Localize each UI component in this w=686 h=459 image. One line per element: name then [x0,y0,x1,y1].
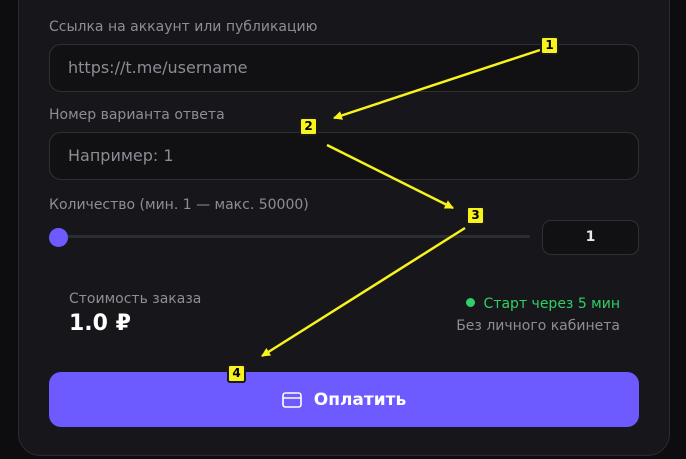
annotation-badge-3: 3 [466,206,485,225]
annotation-arrow-3 [261,226,466,358]
annotation-badge-1: 1 [540,36,559,55]
annotation-arrows [261,48,541,358]
annotation-arrow-1 [333,48,541,120]
annotation-arrow-2 [326,143,454,210]
annotation-badge-4: 4 [227,364,246,383]
annotation-badge-2: 2 [299,117,318,136]
